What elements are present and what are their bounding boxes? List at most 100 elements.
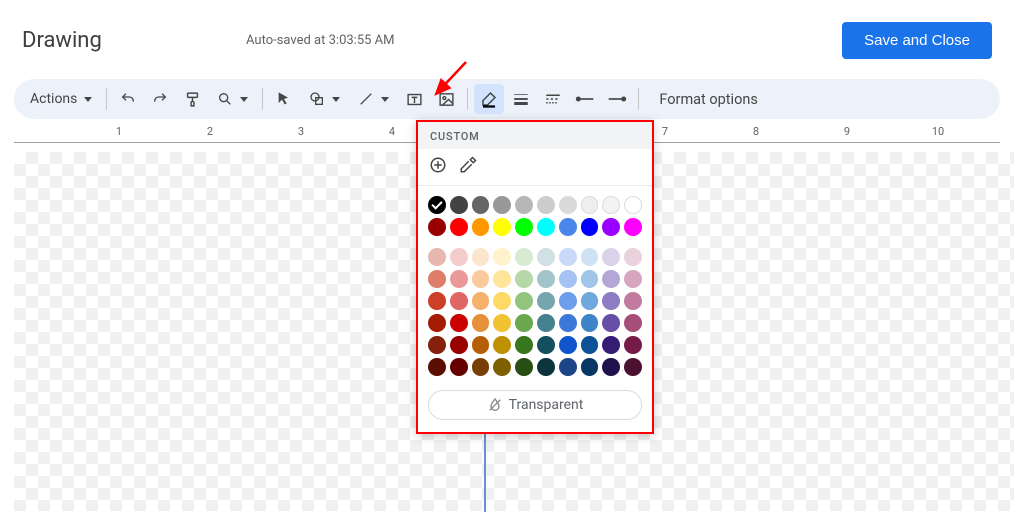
color-swatch[interactable] [515,248,533,266]
color-swatch[interactable] [537,358,555,376]
color-swatch[interactable] [428,314,446,332]
color-swatch[interactable] [624,336,642,354]
color-swatch[interactable] [581,196,599,214]
color-swatch[interactable] [559,336,577,354]
color-swatch[interactable] [581,358,599,376]
color-swatch[interactable] [537,336,555,354]
color-swatch[interactable] [515,270,533,288]
color-swatch[interactable] [581,292,599,310]
color-swatch[interactable] [472,270,490,288]
line-color-button[interactable] [474,84,504,114]
color-swatch[interactable] [537,196,555,214]
redo-button[interactable] [145,84,175,114]
zoom-button[interactable] [209,84,256,114]
color-swatch[interactable] [602,218,620,236]
color-swatch[interactable] [472,218,490,236]
color-swatch[interactable] [450,358,468,376]
color-swatch[interactable] [624,248,642,266]
add-custom-color-button[interactable] [428,155,448,175]
color-swatch[interactable] [537,270,555,288]
color-swatch[interactable] [493,248,511,266]
line-start-button[interactable] [570,84,600,114]
paint-format-button[interactable] [177,84,207,114]
color-swatch[interactable] [428,358,446,376]
save-and-close-button[interactable]: Save and Close [842,22,992,59]
color-swatch[interactable] [624,196,642,214]
color-swatch[interactable] [515,196,533,214]
text-box-button[interactable] [399,84,429,114]
color-swatch[interactable] [493,218,511,236]
transparent-button[interactable]: Transparent [428,390,642,420]
color-swatch[interactable] [602,248,620,266]
shape-tool-button[interactable] [301,84,348,114]
color-swatch[interactable] [559,358,577,376]
color-swatch[interactable] [428,196,446,214]
color-swatch[interactable] [493,358,511,376]
color-swatch[interactable] [493,336,511,354]
color-swatch[interactable] [559,270,577,288]
color-swatch[interactable] [624,270,642,288]
color-swatch[interactable] [472,314,490,332]
color-swatch[interactable] [515,314,533,332]
color-swatch[interactable] [428,218,446,236]
color-swatch[interactable] [537,218,555,236]
color-swatch[interactable] [624,292,642,310]
color-swatch[interactable] [559,292,577,310]
color-swatch[interactable] [472,336,490,354]
color-swatch[interactable] [581,248,599,266]
color-swatch[interactable] [450,314,468,332]
color-swatch[interactable] [515,218,533,236]
color-swatch[interactable] [602,292,620,310]
color-swatch[interactable] [581,270,599,288]
color-swatch[interactable] [559,248,577,266]
color-swatch[interactable] [537,292,555,310]
line-dash-button[interactable] [538,84,568,114]
color-swatch[interactable] [450,196,468,214]
color-swatch[interactable] [450,336,468,354]
color-swatch[interactable] [515,358,533,376]
color-swatch[interactable] [428,248,446,266]
color-swatch[interactable] [559,196,577,214]
color-swatch[interactable] [624,358,642,376]
color-swatch[interactable] [515,336,533,354]
line-weight-button[interactable] [506,84,536,114]
color-swatch[interactable] [537,248,555,266]
color-swatch[interactable] [581,218,599,236]
color-swatch[interactable] [472,292,490,310]
color-swatch[interactable] [602,196,620,214]
color-swatch[interactable] [559,314,577,332]
color-swatch[interactable] [581,336,599,354]
color-swatch[interactable] [624,218,642,236]
color-swatch[interactable] [450,270,468,288]
color-swatch[interactable] [428,270,446,288]
color-swatch[interactable] [624,314,642,332]
color-swatch[interactable] [450,218,468,236]
color-swatch[interactable] [472,248,490,266]
color-swatch[interactable] [493,292,511,310]
selected-line-shape[interactable] [484,422,486,512]
color-swatch[interactable] [472,196,490,214]
color-swatch[interactable] [428,336,446,354]
color-swatch[interactable] [537,314,555,332]
color-swatch[interactable] [493,314,511,332]
color-swatch[interactable] [428,292,446,310]
select-tool-button[interactable] [269,84,299,114]
undo-button[interactable] [113,84,143,114]
color-swatch[interactable] [493,196,511,214]
color-swatch[interactable] [472,358,490,376]
color-swatch[interactable] [515,292,533,310]
color-swatch[interactable] [602,314,620,332]
line-tool-button[interactable] [350,84,397,114]
color-swatch[interactable] [559,218,577,236]
line-end-button[interactable] [602,84,632,114]
color-swatch[interactable] [493,270,511,288]
color-swatch[interactable] [602,358,620,376]
color-swatch[interactable] [450,248,468,266]
actions-menu-button[interactable]: Actions [22,84,100,114]
image-button[interactable] [431,84,461,114]
color-swatch[interactable] [602,270,620,288]
color-swatch[interactable] [602,336,620,354]
eyedropper-button[interactable] [458,155,478,175]
color-swatch[interactable] [581,314,599,332]
format-options-button[interactable]: Format options [655,84,761,114]
